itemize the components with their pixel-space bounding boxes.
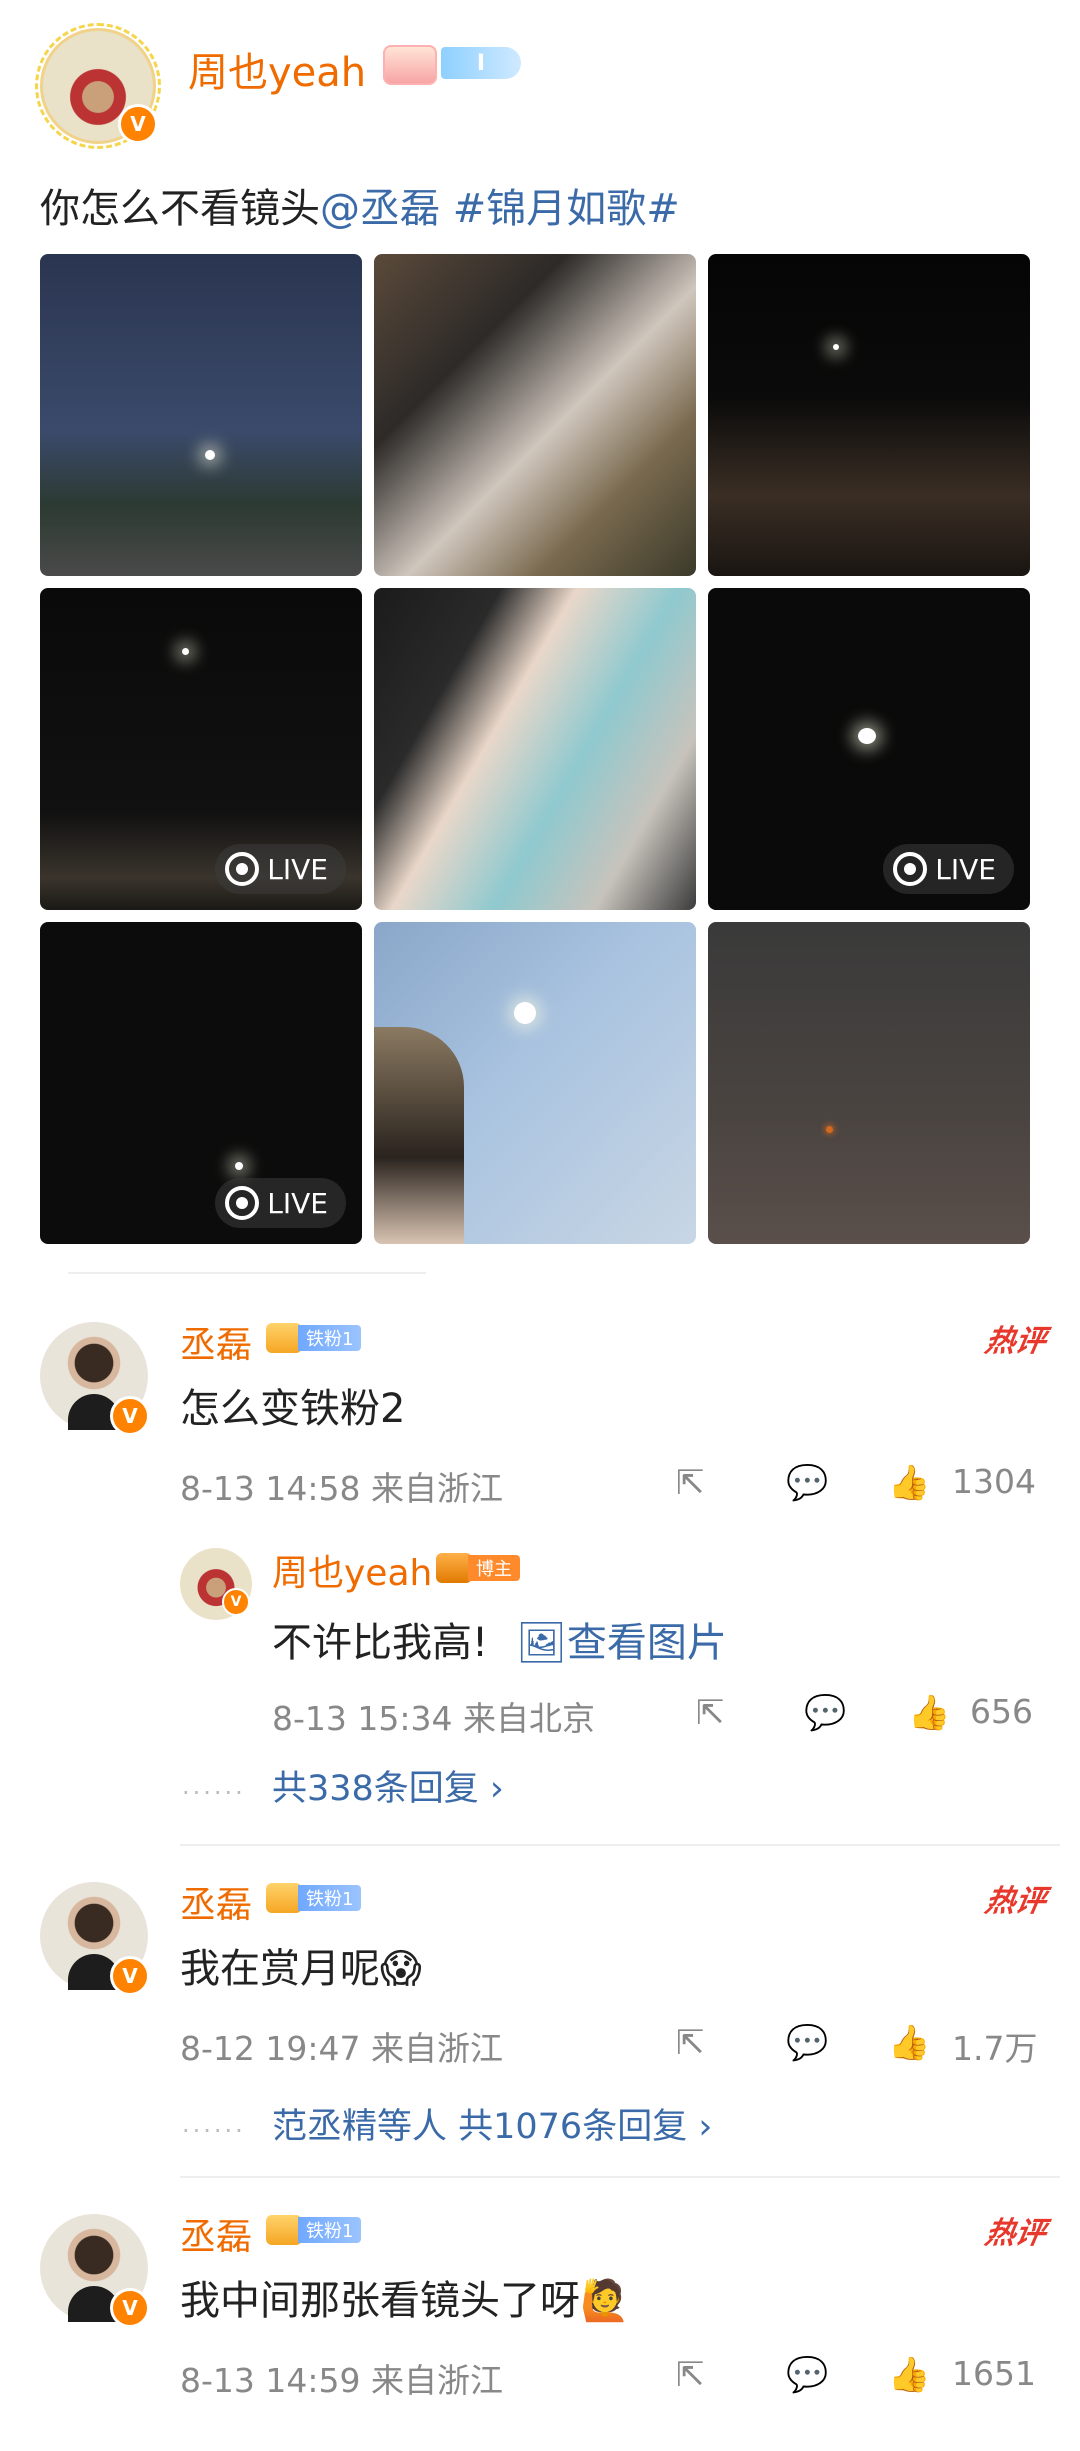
thumbs-up-icon[interactable]: 👍 bbox=[888, 1466, 930, 1500]
comment-text: 我在赏月呢😱 bbox=[180, 1946, 422, 1992]
photo-3[interactable] bbox=[708, 254, 1030, 576]
fan-badge: 铁粉1 bbox=[266, 1882, 362, 1914]
photo-8[interactable] bbox=[374, 922, 696, 1244]
live-badge: LIVE bbox=[215, 844, 346, 894]
fan-badge-label: 铁粉1 bbox=[298, 2217, 362, 2243]
hot-comment-badge: 热评 bbox=[982, 1324, 1049, 1359]
like-count: 1304 bbox=[952, 1462, 1036, 1501]
reply-location: 来自北京 bbox=[463, 1699, 595, 1738]
comment-date: 8-13 14:58 bbox=[180, 1469, 361, 1508]
live-photo-icon bbox=[225, 852, 260, 886]
reply-meta: 8-13 15:34 来自北京 bbox=[272, 1692, 595, 1740]
comment-meta: 8-13 14:59 来自浙江 bbox=[180, 2354, 503, 2402]
comment-divider bbox=[180, 1844, 1060, 1846]
cake-badge-icon bbox=[383, 45, 437, 85]
host-badge: 博主 bbox=[436, 1552, 520, 1584]
live-label: LIVE bbox=[267, 1186, 328, 1220]
crown-icon bbox=[266, 1883, 302, 1913]
photo-7[interactable]: LIVE bbox=[40, 922, 362, 1244]
section-divider bbox=[68, 1272, 426, 1274]
thumbs-up-icon[interactable]: 👍 bbox=[888, 2026, 930, 2060]
comment-icon[interactable]: 💬 bbox=[786, 1466, 828, 1500]
live-label: LIVE bbox=[935, 852, 996, 886]
comment-meta: 8-12 19:47 来自浙江 bbox=[180, 2022, 503, 2070]
verified-v-icon: V bbox=[110, 1956, 150, 1996]
comment-icon[interactable]: 💬 bbox=[786, 2026, 828, 2060]
reply-dots: ...... bbox=[182, 1772, 246, 1800]
share-icon[interactable]: ⇱ bbox=[676, 2358, 705, 2392]
share-icon[interactable]: ⇱ bbox=[676, 1466, 705, 1500]
comment-date: 8-12 19:47 bbox=[180, 2029, 361, 2068]
comment-meta: 8-13 14:58 来自浙江 bbox=[180, 1462, 503, 1510]
comment-location: 来自浙江 bbox=[371, 2029, 503, 2068]
view-image-label: 查看图片 bbox=[566, 1620, 727, 1666]
verified-v-icon: V bbox=[118, 104, 158, 144]
comment-text: 怎么变铁粉2 bbox=[180, 1386, 406, 1432]
live-badge: LIVE bbox=[883, 844, 1014, 894]
comment-location: 来自浙江 bbox=[371, 2361, 503, 2400]
reply-dots: ...... bbox=[182, 2110, 246, 2138]
comment-icon[interactable]: 💬 bbox=[786, 2358, 828, 2392]
thumbs-up-icon[interactable]: 👍 bbox=[888, 2358, 930, 2392]
live-badge: LIVE bbox=[215, 1178, 346, 1228]
comment-text: 我中间那张看镜头了呀🙋 bbox=[180, 2278, 630, 2324]
fan-badge-label: 铁粉1 bbox=[298, 1885, 362, 1911]
verified-v-icon: V bbox=[222, 1588, 250, 1616]
view-image-link[interactable]: 🖼查看图片 bbox=[516, 1620, 727, 1666]
fan-badge-label: 铁粉1 bbox=[298, 1325, 362, 1351]
post-text: 你怎么不看镜头@丞磊 #锦月如歌# bbox=[40, 176, 680, 234]
photo-4[interactable]: LIVE bbox=[40, 588, 362, 910]
comment-divider bbox=[180, 2176, 1060, 2178]
like-count: 656 bbox=[970, 1692, 1033, 1731]
comment-icon[interactable]: 💬 bbox=[804, 1696, 846, 1730]
share-icon[interactable]: ⇱ bbox=[696, 1696, 725, 1730]
crown-icon bbox=[266, 2215, 302, 2245]
poster-badges: I bbox=[383, 45, 521, 85]
live-label: LIVE bbox=[267, 852, 328, 886]
verified-v-icon: V bbox=[110, 2288, 150, 2328]
topic-link[interactable]: #锦月如歌# bbox=[453, 186, 680, 232]
like-count: 1.7万 bbox=[952, 2029, 1038, 2068]
poster-name[interactable]: 周也yeah bbox=[188, 40, 366, 98]
photo-5[interactable] bbox=[374, 588, 696, 910]
comment-date: 8-13 14:59 bbox=[180, 2361, 361, 2400]
host-badge-label: 博主 bbox=[468, 1555, 520, 1581]
photo-9[interactable] bbox=[708, 922, 1030, 1244]
reply-author-name[interactable]: 周也yeah bbox=[272, 1544, 432, 1596]
fan-badge: 铁粉1 bbox=[266, 2214, 362, 2246]
thumbs-up-icon[interactable]: 👍 bbox=[908, 1696, 950, 1730]
comment-location: 来自浙江 bbox=[371, 1469, 503, 1508]
hot-comment-badge: 热评 bbox=[982, 1884, 1049, 1919]
post-text-body: 你怎么不看镜头 bbox=[40, 186, 320, 232]
live-photo-icon bbox=[893, 852, 928, 886]
live-photo-icon bbox=[225, 1186, 260, 1220]
reply-summary-link[interactable]: 范丞精等人 共1076条回复 › bbox=[272, 2098, 712, 2149]
like-count: 1651 bbox=[952, 2354, 1036, 2393]
photo-6[interactable]: LIVE bbox=[708, 588, 1030, 910]
share-icon[interactable]: ⇱ bbox=[676, 2026, 705, 2060]
mention-link[interactable]: @丞磊 bbox=[320, 186, 440, 232]
hot-comment-badge: 热评 bbox=[982, 2216, 1049, 2251]
reply-text: 不许比我高! 🖼查看图片 bbox=[272, 1610, 727, 1668]
reply-text-body: 不许比我高! bbox=[272, 1620, 489, 1666]
reply-summary-link[interactable]: 共338条回复 › bbox=[272, 1760, 504, 1811]
commenter-name[interactable]: 丞磊 bbox=[180, 1876, 252, 1928]
image-icon: 🖼 bbox=[516, 1620, 567, 1666]
photo-1[interactable] bbox=[40, 254, 362, 576]
reply-date: 8-13 15:34 bbox=[272, 1699, 453, 1738]
commenter-name[interactable]: 丞磊 bbox=[180, 1316, 252, 1368]
crown-icon bbox=[436, 1553, 472, 1583]
level-badge: I bbox=[441, 47, 521, 79]
photo-grid: LIVE LIVE LIVE bbox=[40, 254, 1040, 1244]
fan-badge: 铁粉1 bbox=[266, 1322, 362, 1354]
photo-2[interactable] bbox=[374, 254, 696, 576]
verified-v-icon: V bbox=[110, 1396, 150, 1436]
crown-icon bbox=[266, 1323, 302, 1353]
commenter-name[interactable]: 丞磊 bbox=[180, 2208, 252, 2260]
